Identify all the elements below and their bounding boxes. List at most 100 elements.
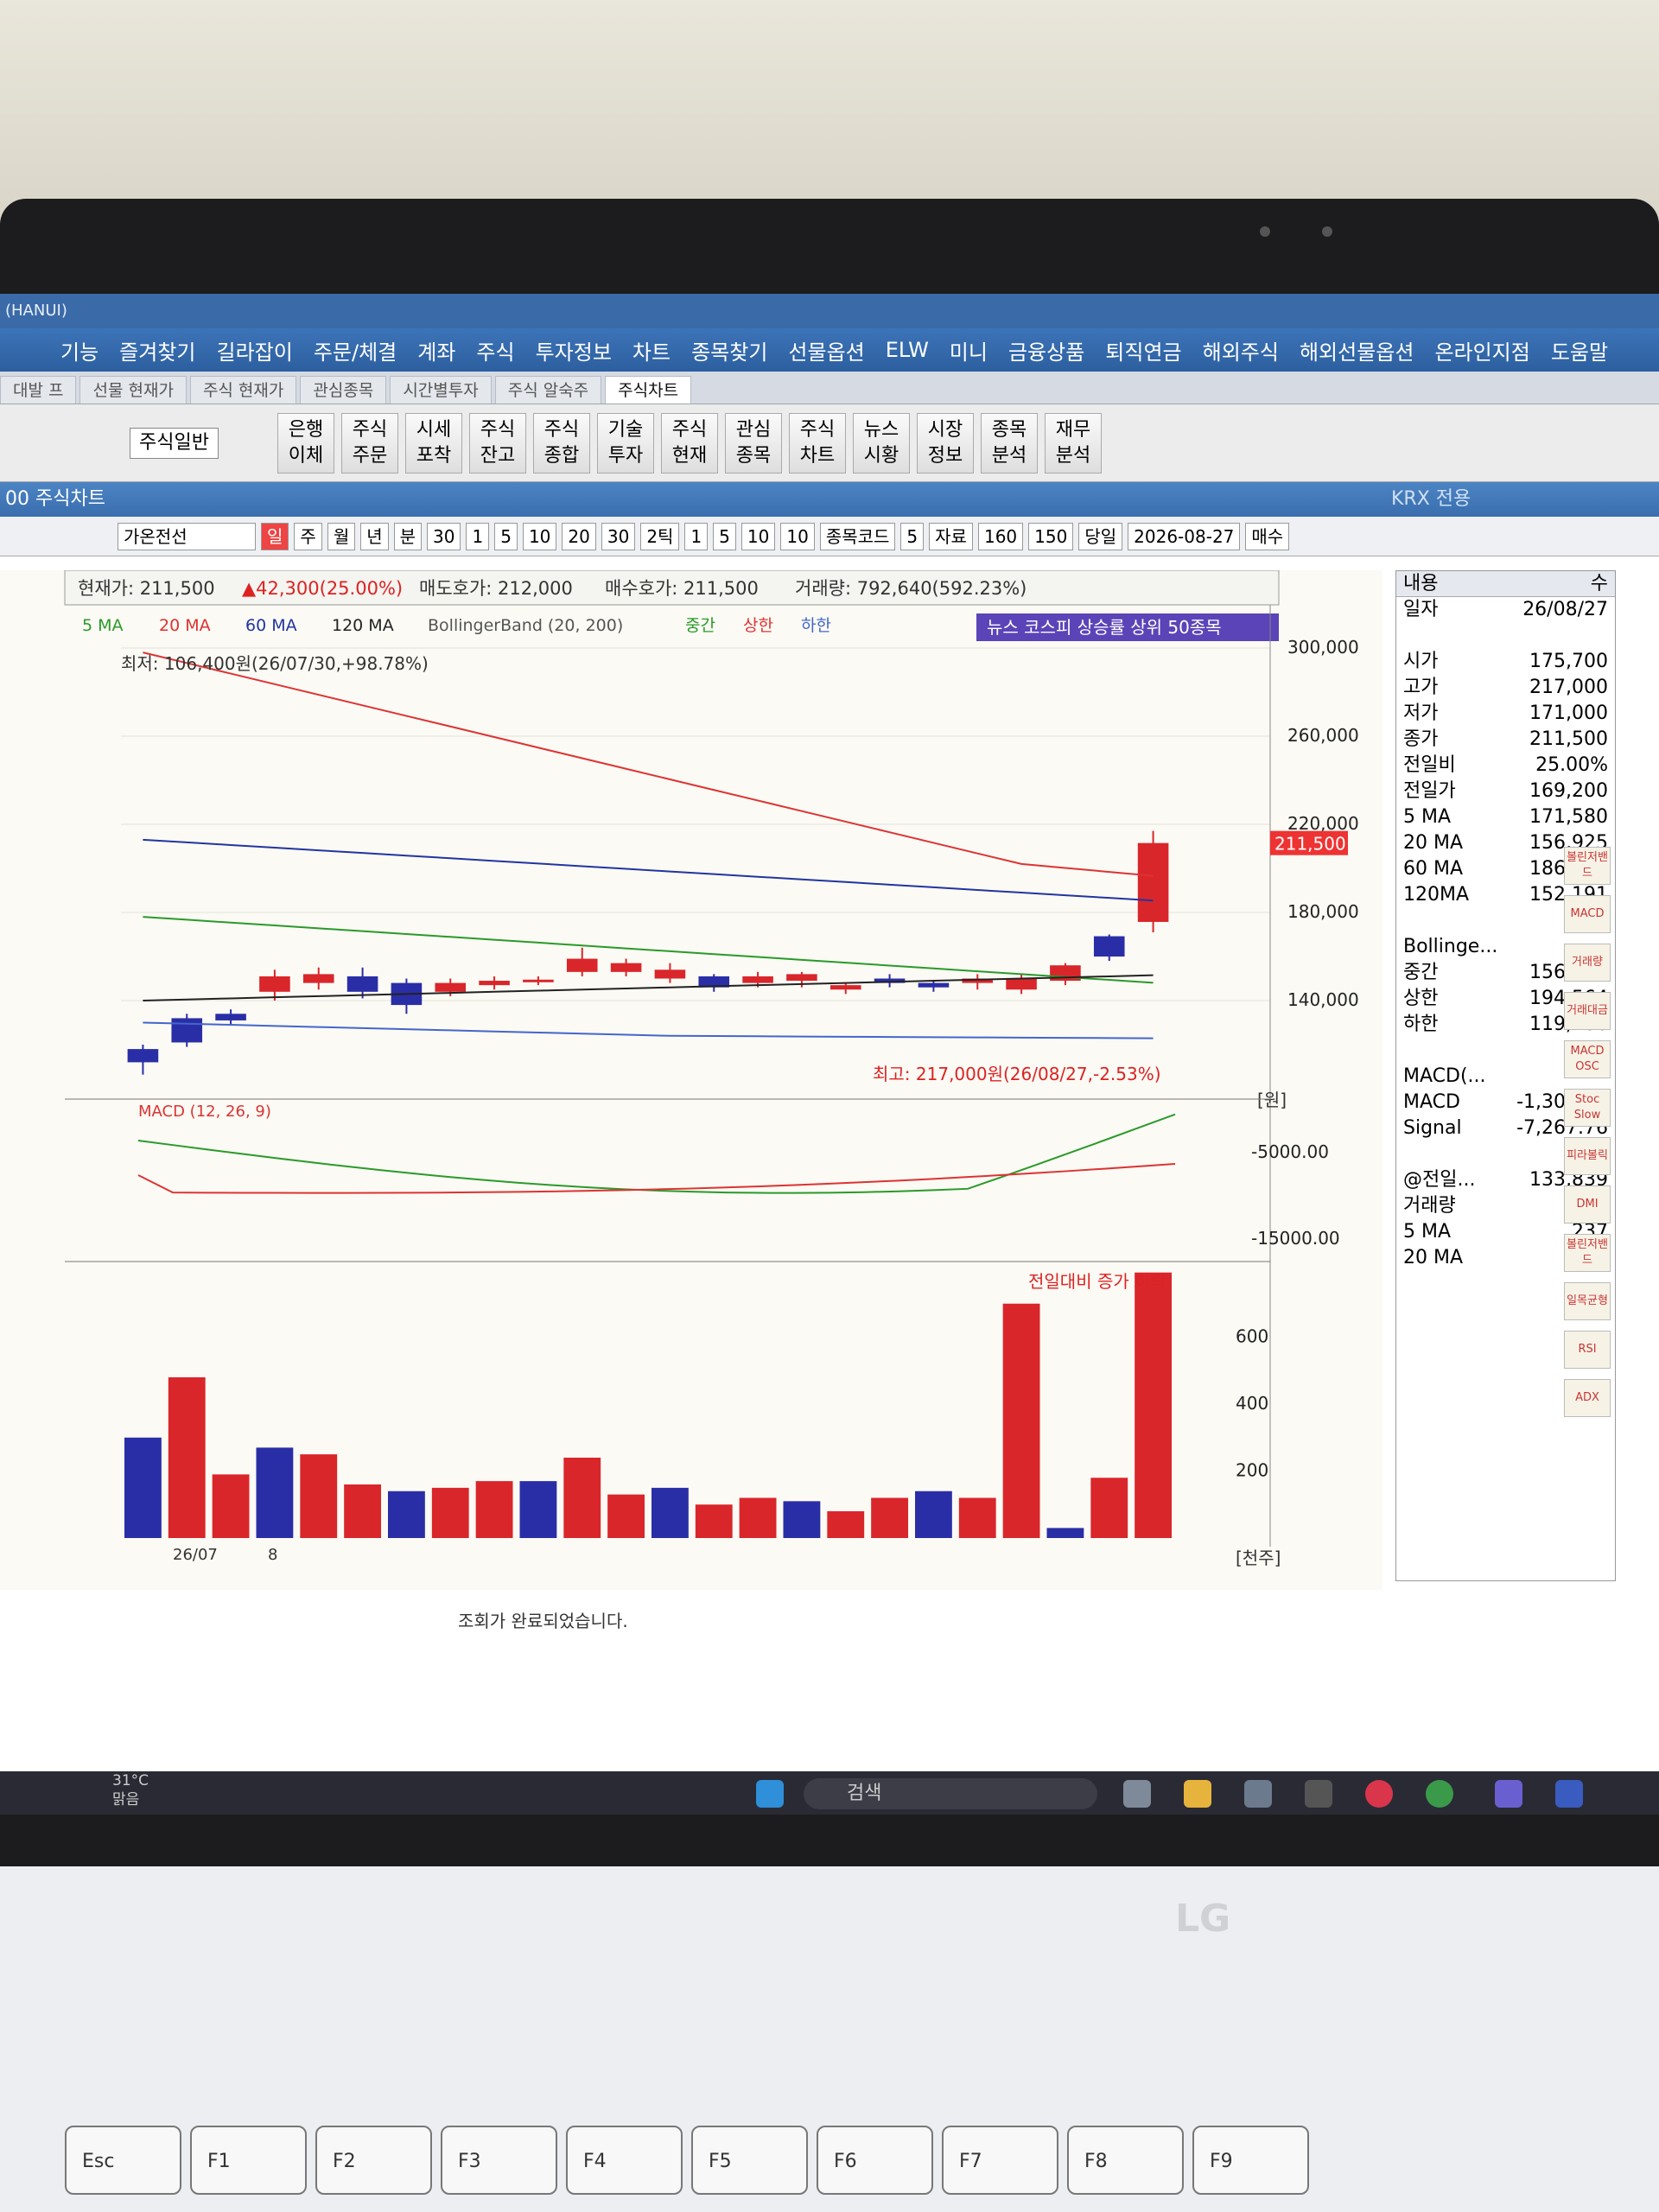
day-checkbox-label[interactable]: 당일: [1078, 522, 1123, 550]
period-button[interactable]: 30: [601, 522, 636, 550]
menu-item[interactable]: 주식: [476, 335, 514, 365]
date-picker[interactable]: 2026-08-27: [1128, 522, 1241, 550]
keyboard-key[interactable]: F8: [1067, 2126, 1184, 2195]
indicator-button[interactable]: 피라볼릭: [1564, 1137, 1611, 1175]
menu-item[interactable]: 온라인지점: [1434, 335, 1529, 365]
info-row: 고가 217,000: [1396, 675, 1615, 701]
window-tab[interactable]: 시간별투자: [390, 376, 492, 404]
window-tab[interactable]: 주식 현재가: [189, 376, 297, 404]
indicator-button[interactable]: RSI: [1564, 1331, 1611, 1369]
toolbar-button[interactable]: 관심 종목: [724, 412, 782, 474]
buy-button[interactable]: 매수: [1245, 522, 1290, 550]
menu-item[interactable]: 즐겨찾기: [119, 335, 195, 365]
tick-button[interactable]: 5: [713, 522, 736, 550]
window-tab[interactable]: 주식 알숙주: [494, 376, 602, 404]
period-button[interactable]: 일: [261, 522, 289, 550]
task-view-icon[interactable]: [1123, 1780, 1151, 1808]
period-button[interactable]: 20: [562, 522, 596, 550]
menu-item[interactable]: 길라잡이: [217, 335, 293, 365]
toolbar-button[interactable]: 주식 잔고: [468, 412, 526, 474]
toolbar-button[interactable]: 주식 현재: [660, 412, 718, 474]
indicator-button[interactable]: 거래대금: [1564, 992, 1611, 1030]
total-field[interactable]: 150: [1028, 522, 1074, 550]
keyboard-key[interactable]: F6: [817, 2126, 933, 2195]
indicator-button[interactable]: DMI: [1564, 1185, 1611, 1224]
toolbar-button[interactable]: 주식 차트: [788, 412, 846, 474]
indicator-button[interactable]: 거래량: [1564, 944, 1611, 982]
menu-item[interactable]: 차트: [632, 335, 671, 365]
toolbar-button[interactable]: 주식 종합: [532, 412, 590, 474]
period-button[interactable]: 30: [427, 522, 461, 550]
weather-widget[interactable]: 31°C 맑음: [112, 1771, 149, 1809]
info-row: 전일가 169,200: [1396, 779, 1615, 804]
chrome-icon[interactable]: [1426, 1780, 1453, 1808]
period-button[interactable]: 주: [294, 522, 322, 550]
menu-item[interactable]: 기능: [60, 335, 99, 365]
indicator-button[interactable]: 일목균형: [1564, 1282, 1611, 1320]
indicator-button[interactable]: ADX: [1564, 1379, 1611, 1417]
menu-item[interactable]: 주문/체결: [314, 335, 397, 365]
period-button[interactable]: 10: [522, 522, 557, 550]
indicator-button[interactable]: 볼린저밴드: [1564, 1234, 1611, 1272]
toolbar-button[interactable]: 종목 분석: [980, 412, 1038, 474]
toolbar-button[interactable]: 뉴스 시황: [852, 412, 910, 474]
menu-item[interactable]: 퇴직연금: [1105, 335, 1181, 365]
trading-app-icon[interactable]: [1555, 1780, 1583, 1808]
menu-item[interactable]: ELW: [886, 338, 929, 362]
menu-item[interactable]: 투자정보: [536, 335, 612, 365]
menu-item[interactable]: 종목찾기: [691, 335, 767, 365]
menu-category-select[interactable]: 주식일반: [130, 427, 219, 459]
keyboard-key[interactable]: F7: [942, 2126, 1058, 2195]
toolbar-button[interactable]: 재무 분석: [1044, 412, 1102, 474]
menu-item[interactable]: 선물옵션: [788, 335, 864, 365]
toolbar-button[interactable]: 은행 이체: [276, 412, 334, 474]
keyboard-key[interactable]: F4: [566, 2126, 683, 2195]
stock-name-field[interactable]: 가온전선: [118, 522, 256, 550]
menu-item[interactable]: 해외주식: [1203, 335, 1279, 365]
info-label: 5 MA: [1403, 1221, 1452, 1243]
volume-bar: [300, 1454, 338, 1538]
period-button[interactable]: 년: [360, 522, 389, 550]
keyboard-key[interactable]: F5: [691, 2126, 808, 2195]
window-tab[interactable]: 관심종목: [300, 376, 387, 404]
toolbar-button[interactable]: 시세 포착: [404, 412, 462, 474]
windows-start-icon[interactable]: [756, 1780, 784, 1808]
step-field[interactable]: 5: [900, 522, 925, 550]
tick-button[interactable]: 10: [780, 522, 815, 550]
tick-button[interactable]: 1: [684, 522, 709, 550]
stock-chart[interactable]: 현재가: 211,500 ▲42,300(25.00%) 매도호가: 212,000…: [0, 570, 1382, 1590]
window-tab[interactable]: 주식차트: [605, 376, 692, 404]
period-button[interactable]: 1: [466, 522, 490, 550]
period-button[interactable]: 5: [494, 522, 518, 550]
keyboard-key[interactable]: F9: [1192, 2126, 1309, 2195]
period-button[interactable]: 월: [327, 522, 356, 550]
tick-button[interactable]: 10: [741, 522, 776, 550]
menu-item[interactable]: 도움말: [1551, 335, 1608, 365]
menu-item[interactable]: 계좌: [417, 335, 455, 365]
app-red-icon[interactable]: [1365, 1780, 1393, 1808]
indicator-button[interactable]: MACD: [1564, 895, 1611, 933]
file-explorer-icon[interactable]: [1184, 1780, 1211, 1808]
keyboard-key[interactable]: F1: [190, 2126, 307, 2195]
toolbar-button[interactable]: 시장 정보: [916, 412, 974, 474]
app-icon[interactable]: [1305, 1780, 1332, 1808]
keyboard-key[interactable]: F2: [315, 2126, 432, 2195]
count-select[interactable]: 160: [977, 522, 1024, 550]
menu-item[interactable]: 미니: [950, 335, 988, 365]
keyboard-key[interactable]: F3: [441, 2126, 557, 2195]
taskbar-search[interactable]: 검색: [804, 1778, 1097, 1809]
tick-field[interactable]: 2틱: [640, 522, 680, 550]
snipping-tool-icon[interactable]: [1244, 1780, 1272, 1808]
indicator-button[interactable]: Stoc Slow: [1564, 1089, 1611, 1127]
window-tab[interactable]: 대발 프: [0, 376, 77, 404]
period-button[interactable]: 분: [393, 522, 423, 550]
indicator-button[interactable]: MACD OSC: [1564, 1040, 1611, 1078]
app-purple-icon[interactable]: [1495, 1780, 1522, 1808]
keyboard-key[interactable]: Esc: [65, 2126, 181, 2195]
menu-item[interactable]: 금융상품: [1008, 335, 1084, 365]
toolbar-button[interactable]: 주식 주문: [340, 412, 398, 474]
toolbar-button[interactable]: 기술 투자: [596, 412, 654, 474]
menu-item[interactable]: 해외선물옵션: [1300, 335, 1414, 365]
window-tab[interactable]: 선물 현재가: [79, 376, 187, 404]
indicator-button[interactable]: 볼린저밴드: [1564, 847, 1611, 885]
